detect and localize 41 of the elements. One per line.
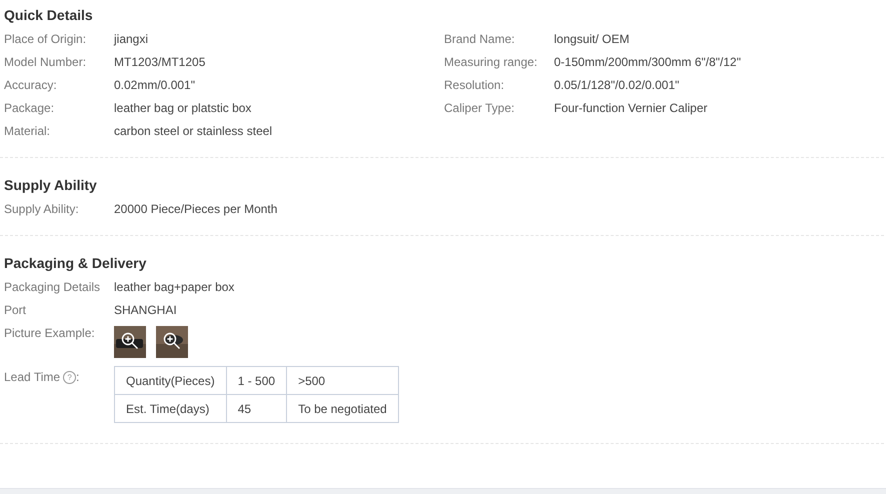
field-label: Resolution:	[444, 78, 506, 93]
table-cell: 45	[226, 394, 287, 422]
field-value: SHANGHAI	[114, 303, 177, 318]
field-value: leather bag or platstic box	[114, 101, 252, 116]
field-label: Measuring range:	[444, 55, 538, 70]
field-label: Brand Name:	[444, 32, 516, 47]
field-value: Four-function Vernier Caliper	[554, 101, 708, 116]
field-value: 0.02mm/0.001"	[114, 78, 195, 93]
help-icon[interactable]: ?	[63, 371, 76, 384]
thumbnail-button[interactable]	[156, 326, 188, 358]
field-value: carbon steel or stainless steel	[114, 124, 272, 139]
field-label: Caliper Type:	[444, 101, 516, 116]
field-value: leather bag+paper box	[114, 280, 234, 295]
field-label: Port	[4, 303, 28, 318]
section-title: Supply Ability	[4, 176, 98, 194]
table-cell: To be negotiated	[286, 394, 398, 422]
field-label: Picture Example:	[4, 326, 96, 341]
field-label: Package:	[4, 101, 56, 116]
field-label: Accuracy:	[4, 78, 58, 93]
table-cell: Quantity(Pieces)	[114, 366, 226, 394]
section-title: Quick Details	[4, 6, 94, 24]
field-label: Material:	[4, 124, 52, 139]
zoom-in-icon	[163, 332, 181, 350]
field-label: Supply Ability:	[4, 202, 80, 217]
field-label: Model Number:	[4, 55, 88, 70]
field-value: longsuit/ OEM	[554, 32, 630, 47]
zoom-in-icon	[121, 332, 139, 350]
field-label: Place of Origin:	[4, 32, 88, 47]
field-label: Lead Time	[4, 370, 60, 384]
field-value: 0-150mm/200mm/300mm 6"/8"/12"	[554, 55, 741, 70]
field-value: 20000 Piece/Pieces per Month	[114, 202, 278, 217]
field-value: 0.05/1/128"/0.02/0.001"	[554, 78, 680, 93]
thumbnail-button[interactable]	[114, 326, 146, 358]
field-value: jiangxi	[114, 32, 148, 47]
table-cell: 1 - 500	[226, 366, 287, 394]
section-title: Packaging & Delivery	[4, 254, 148, 272]
field-value: MT1203/MT1205	[114, 55, 206, 70]
table-cell: >500	[286, 366, 398, 394]
table-cell: Est. Time(days)	[114, 394, 226, 422]
field-label: Packaging Details	[4, 280, 102, 295]
colon: :	[76, 370, 80, 384]
